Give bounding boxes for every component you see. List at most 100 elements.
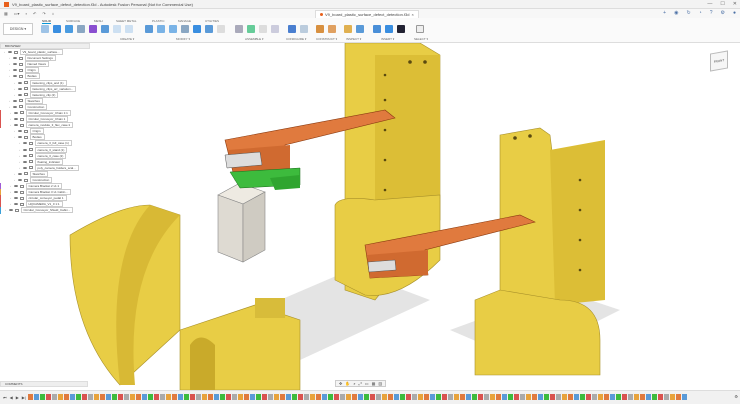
visibility-eye-icon[interactable] [14,124,18,127]
timeline-feature-icon[interactable] [484,394,489,400]
tab-utilities[interactable]: UTILITIES [205,19,219,23]
hole-icon[interactable] [77,25,85,33]
assemble-menu[interactable]: ASSEMBLE ▾ [245,37,264,41]
new-sketch-icon[interactable] [41,25,49,33]
timeline-feature-icon[interactable] [352,394,357,400]
timeline-feature-icon[interactable] [520,394,525,400]
timeline-feature-icon[interactable] [328,394,333,400]
timeline-feature-icon[interactable] [334,394,339,400]
avatar[interactable]: ● [733,10,736,16]
timeline-feature-icon[interactable] [112,394,117,400]
tab-solid[interactable]: SOLID [42,19,52,24]
timeline-feature-icon[interactable] [106,394,111,400]
timeline-feature-icon[interactable] [178,394,183,400]
pan-icon[interactable]: ✋ [345,381,350,386]
timeline-feature-icon[interactable] [358,394,363,400]
timeline-feature-icon[interactable] [208,394,213,400]
timeline-feature-icon[interactable] [142,394,147,400]
interference-icon[interactable] [356,25,364,33]
fillet-icon[interactable] [157,25,165,33]
visibility-eye-icon[interactable] [13,105,17,108]
workspace-switcher[interactable]: DESIGN ▾ [3,23,33,35]
visibility-eye-icon[interactable] [14,111,18,114]
visibility-eye-icon[interactable] [18,87,22,90]
browser-node[interactable]: › Circular_Conveyor_Shield_Cabin... [0,207,90,214]
timeline-feature-icon[interactable] [82,394,87,400]
insert-derive-icon[interactable] [373,25,381,33]
timeline-feature-icon[interactable] [52,394,57,400]
timeline-feature-icon[interactable] [436,394,441,400]
timeline-feature-icon[interactable] [640,394,645,400]
timeline-feature-icon[interactable] [196,394,201,400]
timeline-feature-icon[interactable] [562,394,567,400]
parameters-icon[interactable] [288,25,296,33]
timeline-feature-icon[interactable] [580,394,585,400]
visibility-eye-icon[interactable] [23,154,27,157]
timeline-feature-icon[interactable] [586,394,591,400]
timeline-feature-icon[interactable] [532,394,537,400]
timeline-feature-icon[interactable] [220,394,225,400]
timeline-feature-icon[interactable] [508,394,513,400]
settings-icon[interactable]: ⚙ [720,10,724,16]
timeline-feature-icon[interactable] [430,394,435,400]
timeline-feature-icon[interactable] [448,394,453,400]
select-icon[interactable] [416,25,424,33]
tab-mesh[interactable]: MESH [94,19,103,23]
timeline-feature-icon[interactable] [268,394,273,400]
timeline-feature-icon[interactable] [412,394,417,400]
timeline-feature-icon[interactable] [214,394,219,400]
shell-icon[interactable] [181,25,189,33]
timeline-feature-icon[interactable] [226,394,231,400]
timeline-feature-icon[interactable] [154,394,159,400]
timeline-feature-icon[interactable] [238,394,243,400]
timeline-feature-icon[interactable] [658,394,663,400]
timeline-feature-icon[interactable] [40,394,45,400]
timeline-feature-icon[interactable] [202,394,207,400]
extensions-icon[interactable]: ◉ [674,10,678,16]
timeline-feature-icon[interactable] [400,394,405,400]
timeline-feature-icon[interactable] [232,394,237,400]
timeline-feature-icon[interactable] [292,394,297,400]
revolve-icon[interactable] [65,25,73,33]
box-icon[interactable] [125,25,133,33]
play-icon[interactable]: ▶ [16,395,19,400]
timeline-feature-icon[interactable] [472,394,477,400]
timeline-feature-icon[interactable] [490,394,495,400]
timeline-feature-icon[interactable] [124,394,129,400]
timeline-feature-icon[interactable] [94,394,99,400]
3d-viewport[interactable] [0,43,740,390]
timeline-feature-icon[interactable] [406,394,411,400]
visibility-eye-icon[interactable] [13,75,17,78]
display-settings-icon[interactable]: ▭ [365,381,369,386]
tab-plastic[interactable]: PLASTIC [152,19,165,23]
fit-icon[interactable]: ⤢ [359,381,362,386]
timeline-feature-icon[interactable] [130,394,135,400]
construct-menu[interactable]: CONSTRUCT ▾ [316,37,337,41]
pattern-icon[interactable] [101,25,109,33]
timeline-feature-icon[interactable] [646,394,651,400]
timeline-feature-icon[interactable] [550,394,555,400]
timeline-feature-icon[interactable] [286,394,291,400]
timeline-feature-icon[interactable] [346,394,351,400]
measure-icon[interactable] [344,25,352,33]
timeline-feature-icon[interactable] [502,394,507,400]
home-icon[interactable]: ⌂ [52,11,54,16]
timeline-feature-icon[interactable] [538,394,543,400]
timeline-feature-icon[interactable] [568,394,573,400]
timeline-feature-icon[interactable] [244,394,249,400]
joint-origin-icon[interactable] [271,25,279,33]
document-tab[interactable]: V9_board_plastic_surface_defect_detectio… [315,10,419,18]
timeline-feature-icon[interactable] [616,394,621,400]
timeline-feature-icon[interactable] [604,394,609,400]
close-button[interactable]: ✕ [733,1,737,7]
timeline-feature-icon[interactable] [592,394,597,400]
timeline-feature-icon[interactable] [652,394,657,400]
step-forward-icon[interactable]: ▶| [22,395,26,400]
timeline-feature-icon[interactable] [88,394,93,400]
timeline-feature-icon[interactable] [376,394,381,400]
help-icon[interactable]: ? [710,10,713,16]
timeline-feature-icon[interactable] [670,394,675,400]
visibility-eye-icon[interactable] [18,81,22,84]
select-menu[interactable]: SELECT ▾ [414,37,428,41]
visibility-eye-icon[interactable] [14,191,18,194]
